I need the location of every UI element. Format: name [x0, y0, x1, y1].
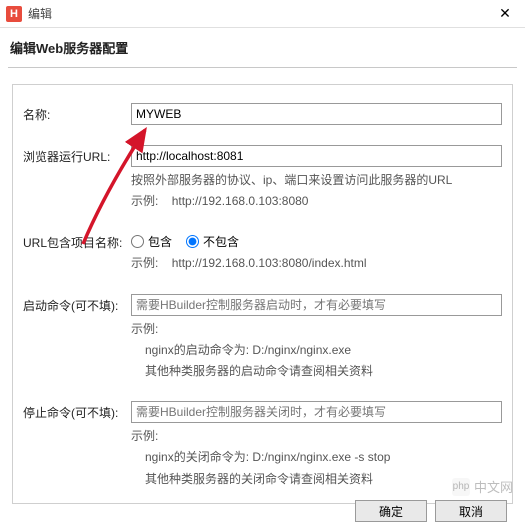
url-example-value: http://192.168.0.103:8080 — [172, 194, 309, 208]
include-example-value: http://192.168.0.103:8080/index.html — [172, 256, 367, 270]
radio-include-label: 包含 — [148, 233, 172, 250]
start-cmd-label: 启动命令(可不填): — [23, 294, 131, 314]
stop-cmd-label: 停止命令(可不填): — [23, 401, 131, 421]
url-example-label: 示例: — [131, 194, 158, 208]
include-label: URL包含项目名称: — [23, 231, 131, 251]
start-cmd-example-label: 示例: — [131, 320, 502, 339]
dialog-buttons: 确定 取消 — [355, 500, 507, 522]
window-title: 编辑 — [28, 5, 491, 22]
watermark: php 中文网 — [452, 477, 513, 496]
page-title: 编辑Web服务器配置 — [0, 28, 525, 63]
name-input[interactable] — [131, 103, 502, 125]
name-label: 名称: — [23, 103, 131, 123]
form-panel: 名称: 浏览器运行URL: 按照外部服务器的协议、ip、端口来设置访问此服务器的… — [12, 84, 513, 504]
app-icon: H — [6, 6, 22, 22]
include-radio-group: 包含 不包含 — [131, 231, 502, 250]
url-label: 浏览器运行URL: — [23, 145, 131, 165]
radio-include-input[interactable] — [131, 235, 144, 248]
stop-cmd-input[interactable] — [131, 401, 502, 423]
titlebar: H 编辑 ✕ — [0, 0, 525, 28]
include-example-label: 示例: — [131, 256, 158, 270]
close-icon[interactable]: ✕ — [491, 0, 519, 28]
stop-cmd-example-label: 示例: — [131, 427, 502, 446]
stop-cmd-example-2: 其他种类服务器的关闭命令请查阅相关资料 — [131, 470, 502, 489]
watermark-icon: php — [452, 478, 470, 496]
url-input[interactable] — [131, 145, 502, 167]
radio-exclude[interactable]: 不包含 — [186, 233, 239, 250]
cancel-button[interactable]: 取消 — [435, 500, 507, 522]
watermark-text: 中文网 — [474, 477, 513, 496]
start-cmd-example-1: nginx的启动命令为: D:/nginx/nginx.exe — [131, 341, 502, 360]
url-help-text: 按照外部服务器的协议、ip、端口来设置访问此服务器的URL — [131, 171, 502, 190]
stop-cmd-example-1: nginx的关闭命令为: D:/nginx/nginx.exe -s stop — [131, 448, 502, 467]
ok-button[interactable]: 确定 — [355, 500, 427, 522]
start-cmd-example-2: 其他种类服务器的启动命令请查阅相关资料 — [131, 362, 502, 381]
divider — [8, 67, 517, 68]
radio-exclude-input[interactable] — [186, 235, 199, 248]
start-cmd-input[interactable] — [131, 294, 502, 316]
radio-include[interactable]: 包含 — [131, 233, 172, 250]
radio-exclude-label: 不包含 — [203, 233, 239, 250]
